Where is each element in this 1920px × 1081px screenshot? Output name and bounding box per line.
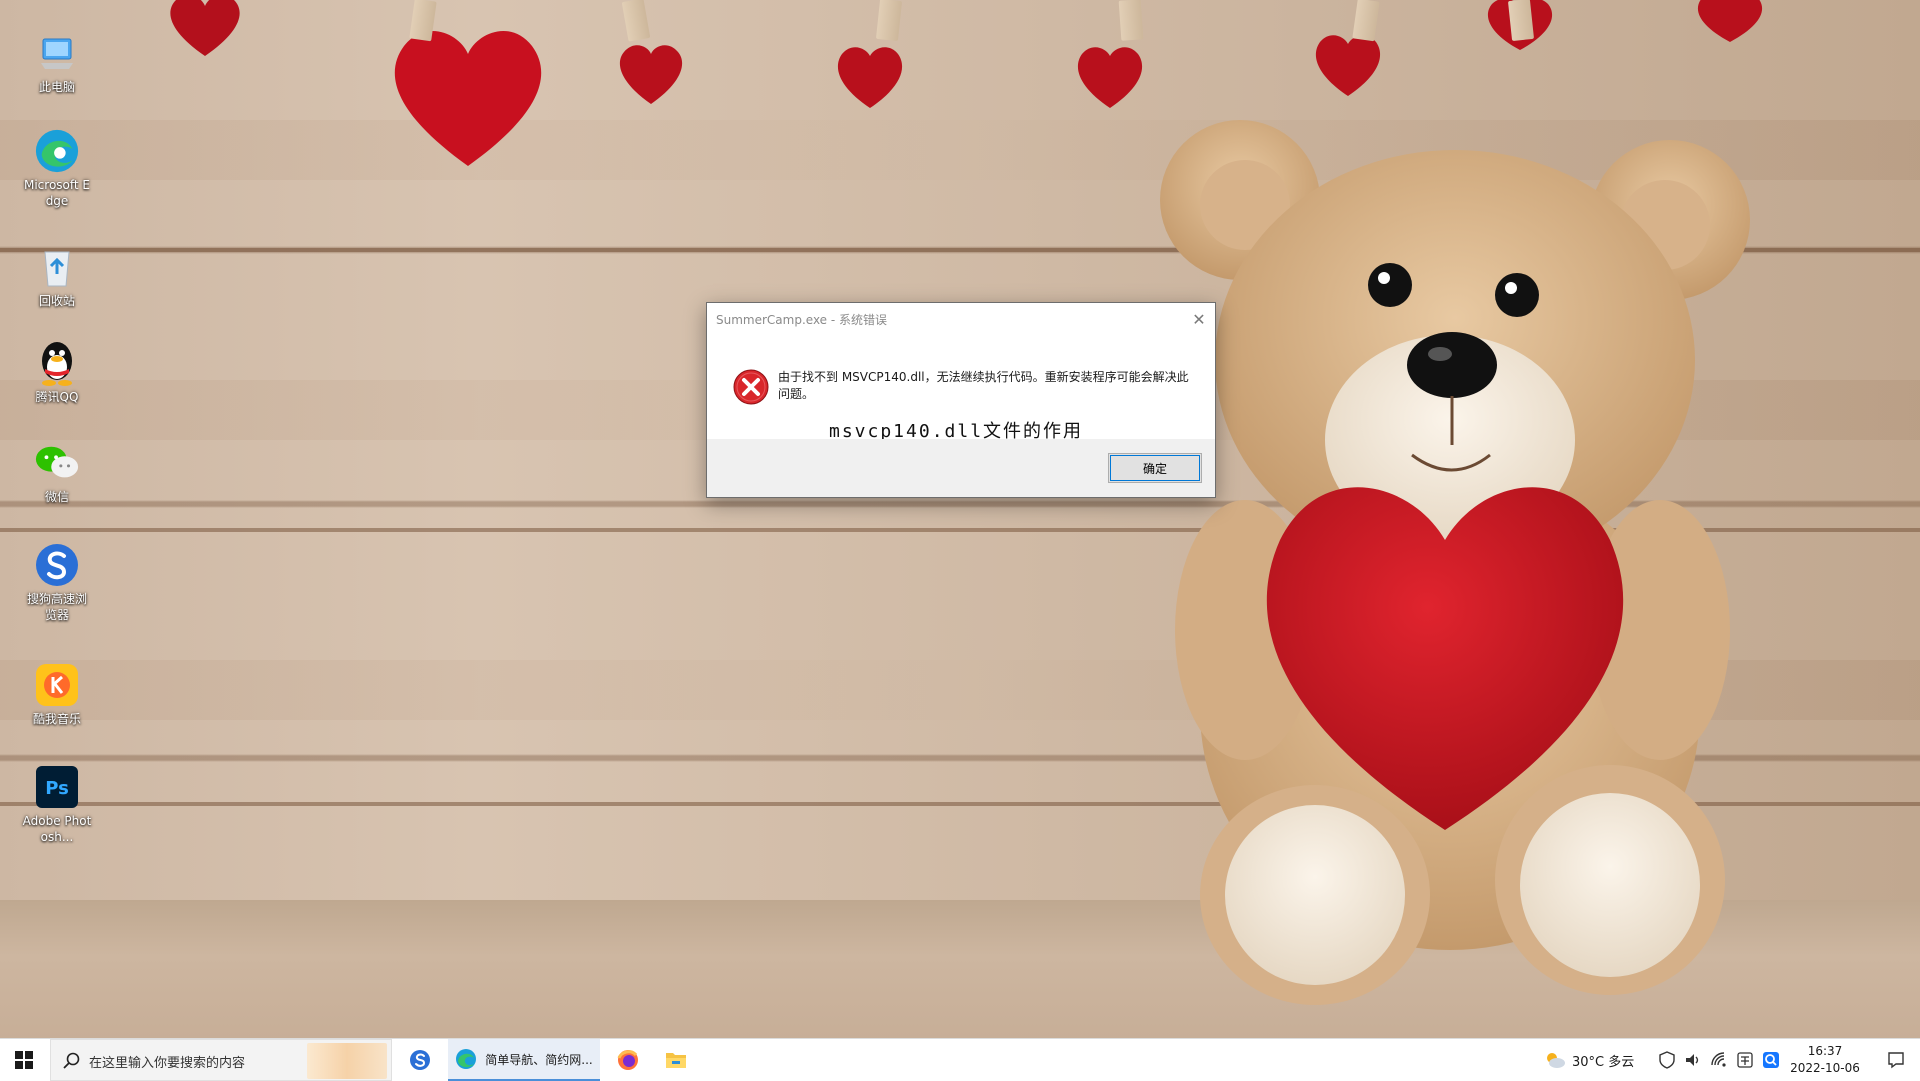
close-icon: ✕	[1192, 309, 1206, 329]
wechat-icon	[34, 440, 80, 486]
desktop-icon-label: 搜狗高速浏览器	[26, 592, 87, 622]
search-highlight-image	[307, 1043, 387, 1079]
weather-widget[interactable]: 30°C 多云	[1544, 1039, 1634, 1081]
taskbar-app-edge[interactable]: 简单导航、简约网...	[448, 1039, 600, 1081]
taskbar-app-label: 简单导航、简约网...	[485, 1052, 593, 1067]
dialog-titlebar[interactable]: SummerCamp.exe - 系统错误 ✕	[707, 303, 1215, 335]
sogou-icon	[34, 542, 80, 588]
photoshop-icon: Ps	[34, 764, 80, 810]
teddy-bear-illustration	[1160, 120, 1750, 1005]
heart-decoration	[1315, 35, 1381, 96]
desktop-icon-photoshop[interactable]: Ps Adobe Photosh...	[22, 764, 92, 845]
desktop-icon-label: 微信	[44, 490, 69, 504]
monitor-icon	[34, 30, 80, 76]
partly-cloudy-icon	[1547, 1053, 1565, 1068]
clock-time: 16:37	[1807, 1044, 1843, 1058]
taskbar: 在这里输入你要搜索的内容 简单导航、简约网... 30°C 多云 16:37 2…	[0, 1038, 1920, 1081]
heart-decoration	[619, 45, 683, 104]
search-icon	[63, 1052, 80, 1069]
dialog-footer: 确定	[707, 439, 1215, 497]
taskbar-app-sogou[interactable]	[400, 1039, 440, 1081]
firefox-icon	[617, 1050, 638, 1070]
notification-center-button[interactable]	[1872, 1039, 1920, 1081]
ok-button[interactable]: 确定	[1108, 453, 1202, 483]
desktop-icon-label: Adobe Photosh...	[22, 814, 92, 844]
taskbar-clock[interactable]: 16:37 2022-10-06	[1784, 1043, 1866, 1077]
folder-icon	[666, 1053, 686, 1068]
taskbar-search-box[interactable]: 在这里输入你要搜索的内容	[50, 1039, 392, 1081]
clock-date: 2022-10-06	[1790, 1061, 1860, 1075]
svg-text:Ps: Ps	[45, 778, 69, 799]
kuwo-icon	[34, 662, 80, 708]
desktop-icon-label: 腾讯QQ	[35, 390, 79, 404]
search-placeholder: 在这里输入你要搜索的内容	[89, 1056, 246, 1071]
error-icon	[733, 369, 769, 405]
desktop-icon-label: 回收站	[38, 294, 75, 308]
penguin-icon	[34, 340, 80, 386]
tray-icons	[1658, 1039, 1780, 1081]
search-app-icon[interactable]	[1762, 1051, 1780, 1069]
sogou-icon	[410, 1050, 430, 1070]
error-message: 由于找不到 MSVCP140.dll，无法继续执行代码。重新安装程序可能会解决此…	[778, 370, 1189, 401]
weather-text: 30°C 多云	[1572, 1054, 1635, 1070]
recycle-bin-icon	[34, 244, 80, 290]
desktop-icon-this-pc[interactable]: 此电脑	[22, 30, 92, 95]
desktop-icon-label: 此电脑	[38, 80, 75, 94]
system-error-dialog: SummerCamp.exe - 系统错误 ✕ 由于找不到 MSVCP140.d…	[706, 302, 1216, 498]
windows-logo-icon	[15, 1051, 33, 1069]
desktop-wallpaper	[0, 0, 1920, 1038]
close-button[interactable]: ✕	[1183, 303, 1215, 335]
heart-decoration	[1698, 0, 1762, 42]
taskbar-app-file-explorer[interactable]	[656, 1039, 696, 1081]
volume-icon[interactable]	[1684, 1051, 1702, 1069]
dialog-title: SummerCamp.exe - 系统错误	[716, 313, 888, 327]
heart-decoration	[170, 0, 240, 56]
notification-icon	[1888, 1052, 1904, 1069]
security-shield-icon[interactable]	[1658, 1051, 1676, 1069]
desktop-icon-wechat[interactable]: 微信	[22, 440, 92, 505]
desktop-icon-label: Microsoft Edge	[23, 178, 90, 208]
desktop-icon-recycle-bin[interactable]: 回收站	[22, 244, 92, 309]
heart-decoration	[1077, 47, 1143, 108]
desktop-icon-sogou[interactable]: 搜狗高速浏览器	[22, 542, 92, 623]
desktop-icon-label: 酷我音乐	[32, 712, 81, 726]
edge-icon	[456, 1049, 477, 1069]
wifi-icon[interactable]	[1710, 1051, 1728, 1069]
edge-icon	[34, 128, 80, 174]
dialog-body: 由于找不到 MSVCP140.dll，无法继续执行代码。重新安装程序可能会解决此…	[707, 335, 1215, 442]
desktop-icon-edge[interactable]: Microsoft Edge	[22, 128, 92, 209]
input-method-icon[interactable]	[1736, 1051, 1754, 1069]
desktop-icon-qq[interactable]: 腾讯QQ	[22, 340, 92, 405]
start-button[interactable]	[0, 1039, 48, 1081]
heart-decoration	[837, 47, 903, 108]
heart-decoration	[394, 30, 542, 167]
taskbar-app-firefox[interactable]	[608, 1039, 648, 1081]
desktop-icon-kuwo[interactable]: 酷我音乐	[22, 662, 92, 727]
